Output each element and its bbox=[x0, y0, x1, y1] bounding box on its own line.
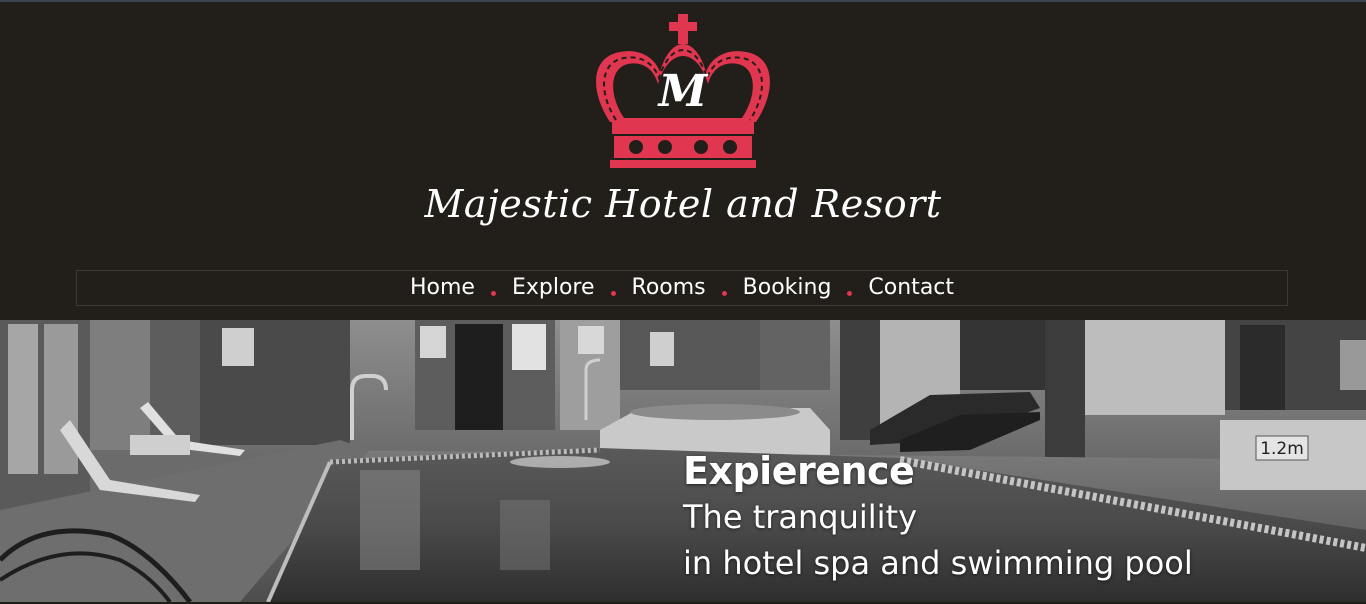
logo-monogram: M bbox=[657, 66, 709, 117]
nav-separator-dot bbox=[721, 290, 727, 296]
page: M Majestic Hotel and Resort Home Explore… bbox=[0, 0, 1366, 604]
nav-explore[interactable]: Explore bbox=[512, 277, 595, 299]
nav-separator-dot bbox=[490, 290, 496, 296]
main-nav: Home Explore Rooms Booking Contact bbox=[76, 270, 1288, 306]
brand-name[interactable]: Majestic Hotel and Resort bbox=[0, 182, 1366, 226]
hero-banner: 1.2m Expierence The tranquility in hotel… bbox=[0, 320, 1366, 602]
hero-subtitle-line-1: The tranquility bbox=[683, 498, 918, 536]
nav-rooms[interactable]: Rooms bbox=[632, 277, 706, 299]
crown-logo-icon[interactable]: M bbox=[590, 12, 774, 170]
hero-title: Expierence bbox=[683, 449, 915, 493]
nav-home[interactable]: Home bbox=[410, 277, 475, 299]
site-header: M Majestic Hotel and Resort Home Explore… bbox=[0, 2, 1366, 320]
hero-caption: Expierence The tranquility in hotel spa … bbox=[683, 448, 1193, 586]
hero-subtitle-line-2: in hotel spa and swimming pool bbox=[683, 544, 1193, 582]
nav-contact[interactable]: Contact bbox=[868, 277, 954, 299]
nav-separator-dot bbox=[847, 290, 853, 296]
nav-separator-dot bbox=[610, 290, 616, 296]
nav-booking[interactable]: Booking bbox=[743, 277, 832, 299]
pool-depth-sign: 1.2m bbox=[1260, 439, 1304, 459]
